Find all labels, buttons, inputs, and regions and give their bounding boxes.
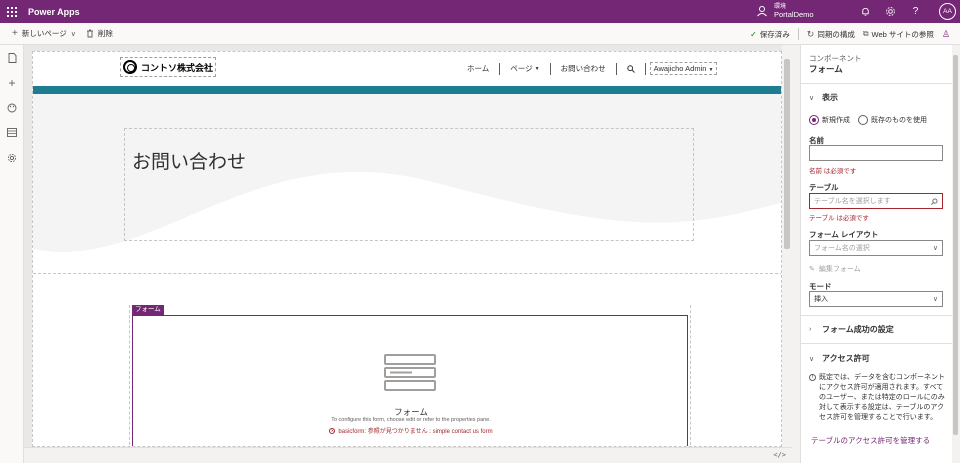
environment-name: PortalDemo	[774, 10, 814, 19]
hero-text-container[interactable]: お問い合わせ	[124, 128, 694, 241]
properties-pane: コンポーネント フォーム ∨ 表示 新規作成 既存のものを使用 名前 名前 は必…	[800, 45, 953, 463]
theme-palette-icon[interactable]	[0, 95, 24, 120]
form-component[interactable]: フォーム To configure this form, choose edit…	[132, 315, 688, 446]
nav-user-menu[interactable]: Awajicho Admin ▼	[649, 62, 718, 75]
name-error: 名前 は必須です	[809, 168, 857, 175]
search-icon	[931, 198, 938, 205]
radio-existing[interactable]	[858, 115, 868, 125]
divider	[801, 315, 953, 316]
help-icon[interactable]: ?	[910, 6, 921, 17]
divider	[801, 343, 953, 344]
trash-icon	[86, 29, 93, 38]
app-launcher-icon[interactable]	[0, 0, 24, 23]
new-page-button[interactable]: + 新しいページ ∨	[12, 28, 76, 39]
chevron-down-icon: ∨	[809, 94, 815, 102]
environment-icon	[757, 6, 767, 17]
nav-search[interactable]	[617, 64, 645, 73]
left-rail: +	[0, 45, 24, 463]
section-success-toggle[interactable]: › フォーム成功の設定	[809, 324, 894, 335]
data-table-icon[interactable]	[0, 120, 24, 145]
avatar[interactable]: AA	[939, 3, 956, 20]
design-canvas: コントソ株式会社 ホーム ページ ▼ お問い合わせ Awajicho Admin	[24, 45, 792, 447]
form-layout-label: フォーム レイアウト	[809, 230, 879, 239]
form-config-hint: To configure this form, choose edit or r…	[331, 417, 491, 423]
saved-status: ✓ 保存済み	[750, 29, 790, 39]
table-input[interactable]: テーブル名を選択します	[809, 193, 943, 209]
nav-pages[interactable]: ページ ▼	[500, 63, 549, 74]
pages-icon[interactable]	[0, 45, 24, 70]
delete-label: 削除	[97, 29, 113, 38]
divider	[644, 62, 646, 75]
pane-scrollbar[interactable]	[952, 45, 960, 463]
logo-text: コントソ株式会社	[141, 62, 214, 73]
divider	[797, 28, 799, 40]
error-icon: ✕	[329, 427, 336, 434]
canvas-footer: </>	[24, 447, 792, 463]
form-error-message: ✕ basicform: 参照が見つかりません : simple contact…	[329, 427, 493, 435]
hero-section[interactable]: お問い合わせ	[33, 94, 781, 274]
site-nav: ホーム ページ ▼ お問い合わせ Awajicho Admin ▼	[457, 61, 718, 76]
chevron-right-icon: ›	[809, 326, 812, 333]
add-component-icon[interactable]: +	[0, 70, 24, 95]
site-header[interactable]: コントソ株式会社 ホーム ページ ▼ お問い合わせ Awajicho Admin	[33, 52, 781, 86]
mode-select[interactable]: 挿入 ∨	[809, 291, 943, 307]
section-access-toggle[interactable]: ∨ アクセス許可	[809, 353, 870, 364]
radio-existing-label: 既存のものを使用	[871, 117, 927, 124]
external-link-icon: ⧉	[862, 29, 869, 38]
name-input[interactable]	[809, 145, 943, 161]
bell-icon[interactable]	[860, 6, 871, 17]
scrollbar-thumb[interactable]	[784, 59, 790, 249]
info-icon: i	[809, 374, 816, 381]
logo-icon	[123, 60, 137, 74]
plus-icon: +	[12, 28, 18, 39]
edit-form-link: ✎ 編集フォーム	[809, 266, 861, 273]
new-page-label: 新しいページ	[21, 29, 67, 38]
nav-home[interactable]: ホーム	[457, 63, 499, 74]
chevron-down-icon: ∨	[70, 30, 76, 38]
sync-config-button[interactable]: ↻ 同期の構成	[807, 29, 855, 40]
settings-gear-icon[interactable]	[0, 145, 24, 170]
check-icon: ✓	[750, 29, 757, 39]
radio-new[interactable]	[809, 115, 819, 125]
nav-contact[interactable]: お問い合わせ	[551, 63, 616, 74]
section-divider	[33, 273, 781, 274]
gear-icon[interactable]	[885, 6, 896, 17]
chevron-down-icon: ∨	[932, 296, 938, 303]
sync-icon: ↻	[806, 28, 815, 39]
form-placeholder-icon	[384, 354, 436, 391]
person-feedback-icon: ♙	[941, 28, 950, 39]
app-title[interactable]: Power Apps	[28, 7, 80, 17]
form-layout-select[interactable]: フォーム名の選択 ∨	[809, 240, 943, 256]
environment-picker[interactable]: 環境 PortalDemo	[756, 3, 814, 19]
search-icon	[626, 64, 635, 73]
create-mode-radios: 新規作成 既存のものを使用	[809, 115, 927, 125]
header-accent-bar	[33, 86, 781, 94]
page-title[interactable]: お問い合わせ	[132, 147, 246, 174]
chevron-down-icon: ∨	[932, 245, 938, 252]
pencil-icon: ✎	[809, 266, 815, 273]
page-preview: コントソ株式会社 ホーム ページ ▼ お問い合わせ Awajicho Admin	[32, 51, 782, 447]
chevron-down-icon: ∨	[809, 355, 815, 363]
site-logo[interactable]: コントソ株式会社	[120, 57, 217, 77]
access-info: i 既定では、データを含むコンポーネントにアクセス許可が適用されます。すべてのユ…	[809, 373, 947, 423]
command-bar: + 新しいページ ∨ 削除 ✓ 保存済み ↻ 同期の構成 ⧉ Web サイトの参…	[0, 23, 960, 45]
browse-website-button[interactable]: ⧉ Web サイトの参照	[863, 29, 934, 40]
app-header: Power Apps 環境 PortalDemo ? AA	[0, 0, 960, 23]
section-display-toggle[interactable]: ∨ 表示	[809, 92, 838, 103]
caret-down-icon: ▼	[708, 67, 714, 73]
manage-permissions-link[interactable]: テーブルのアクセス許可を管理する	[811, 435, 930, 446]
canvas-scrollbar[interactable]	[782, 45, 792, 447]
divider	[801, 83, 953, 84]
feedback-button[interactable]: ♙	[942, 29, 950, 40]
table-label: テーブル	[809, 183, 839, 192]
pane-title: フォーム	[809, 64, 843, 74]
code-view-icon[interactable]: </>	[773, 451, 786, 459]
delete-button[interactable]: 削除	[86, 28, 113, 39]
scrollbar-thumb[interactable]	[953, 55, 958, 435]
caret-down-icon: ▼	[534, 65, 540, 72]
form-component-tag[interactable]: フォーム	[132, 305, 164, 315]
table-error: テーブル は必須です	[809, 215, 869, 222]
radio-new-label: 新規作成	[822, 117, 850, 124]
